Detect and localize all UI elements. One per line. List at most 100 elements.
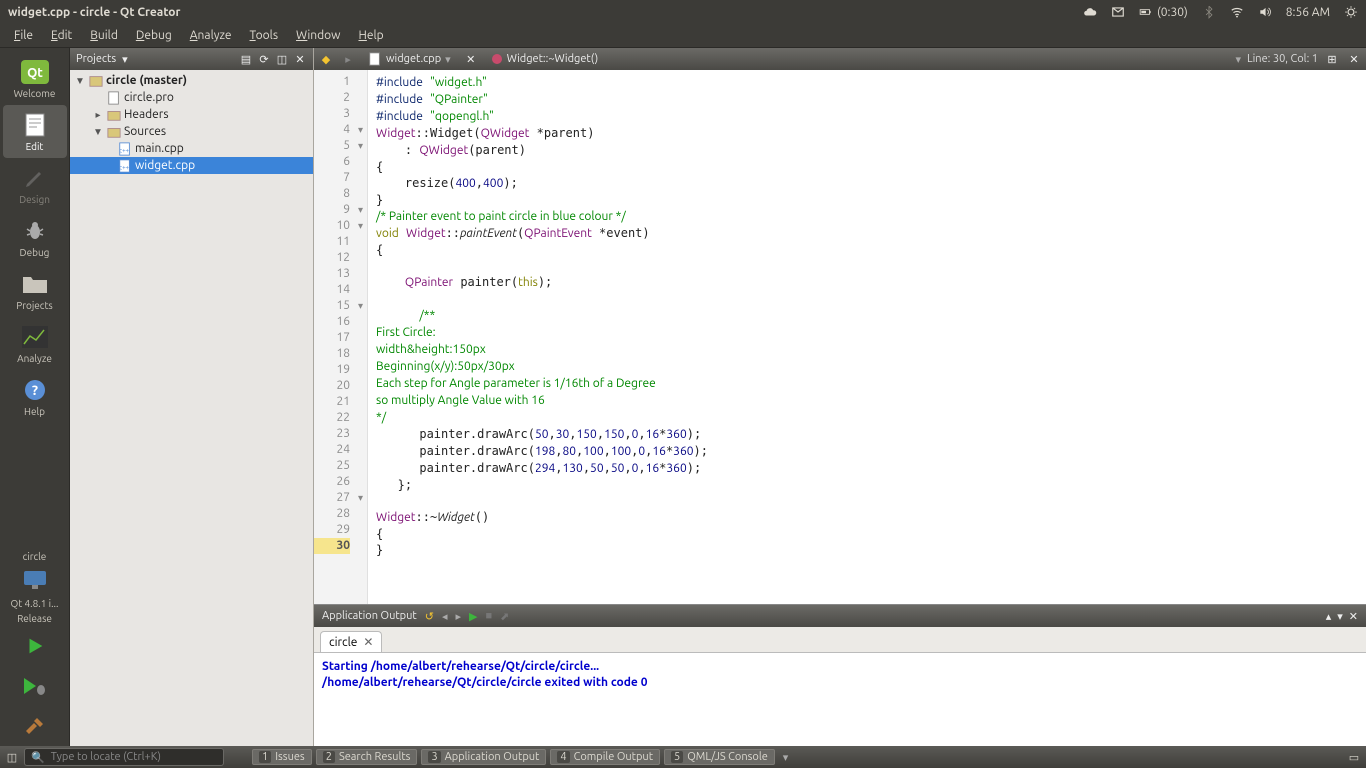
battery-text: (0:30) (1157, 6, 1188, 19)
kit-build: Release (0, 611, 69, 626)
output-panel: Application Output ↺ ◂ ▸ ▶ ■ ⬈ ▴ ▾ ✕ cir… (314, 604, 1366, 746)
run-button[interactable] (3, 626, 67, 666)
split-icon[interactable]: ◫ (275, 52, 289, 66)
menu-help[interactable]: Help (351, 27, 392, 44)
projects-panel: Projects ▾ ▤ ⟳ ◫ ✕ ▼circle (master) circ… (70, 48, 314, 746)
tree-root[interactable]: ▼circle (master) (70, 72, 313, 89)
bluetooth-icon[interactable] (1202, 5, 1216, 19)
mode-welcome[interactable]: Qt Welcome (3, 52, 67, 105)
fold-gutter[interactable]: ▾▾ ▾▾ ▾ ▾ (354, 70, 368, 604)
mode-selector: Qt Welcome Edit Design Debug Projects An… (0, 48, 70, 746)
panes-icon[interactable]: ◫ (4, 749, 20, 765)
tab-qml-console[interactable]: 5QML/JS Console (664, 749, 775, 765)
output-max-icon[interactable]: ▴ (1326, 610, 1332, 623)
menu-tools[interactable]: Tools (242, 27, 287, 44)
nav-back-icon[interactable]: ◆ (318, 51, 334, 67)
code-text[interactable]: #include "widget.h" #include "QPainter" … (368, 70, 1366, 604)
status-bar: ◫ 🔍 Type to locate (Ctrl+K) 1Issues 2Sea… (0, 746, 1366, 768)
output-min-icon[interactable]: ▾ (1337, 610, 1343, 623)
power-icon[interactable] (1344, 5, 1358, 19)
tab-application-output[interactable]: 3Application Output (421, 749, 546, 765)
tab-issues[interactable]: 1Issues (252, 749, 312, 765)
output-prev-icon[interactable]: ◂ (442, 610, 448, 623)
debug-run-button[interactable] (3, 666, 67, 706)
close-tab-icon[interactable]: ✕ (363, 635, 373, 649)
split-editor-icon[interactable]: ⊞ (1324, 51, 1340, 67)
output-close-icon[interactable]: ✕ (1349, 610, 1358, 623)
svg-text:c++: c++ (119, 147, 129, 154)
symbol-tab[interactable]: Widget::~Widget() (485, 53, 605, 65)
kit-version: Qt 4.8.1 i... (0, 596, 69, 611)
tabs-dropdown-icon[interactable]: ▾ (783, 751, 789, 764)
locator-placeholder: Type to locate (Ctrl+K) (51, 751, 161, 763)
build-button[interactable] (3, 706, 67, 746)
menu-analyze[interactable]: Analyze (182, 27, 240, 44)
mode-edit[interactable]: Edit (3, 105, 67, 158)
pencil-icon (19, 164, 51, 192)
os-titlebar: widget.cpp - circle - Qt Creator (0:30) … (0, 0, 1366, 24)
tab-compile-output[interactable]: 4Compile Output (550, 749, 660, 765)
menu-debug[interactable]: Debug (128, 27, 180, 44)
menu-build[interactable]: Build (82, 27, 126, 44)
projects-header-label: Projects (76, 53, 116, 65)
mode-analyze[interactable]: Analyze (3, 317, 67, 370)
editor-area: ◆ ▸ widget.cpp▾ ✕ Widget::~Widget() ▾ Li… (314, 48, 1366, 746)
file-tab[interactable]: widget.cpp▾ (362, 52, 457, 66)
lock-icon[interactable]: ✕ (463, 51, 479, 67)
svg-text:?: ? (31, 382, 37, 398)
tab-search-results[interactable]: 2Search Results (316, 749, 418, 765)
dropdown-icon[interactable]: ▾ (122, 53, 128, 66)
folder-icon (19, 270, 51, 298)
progress-icon[interactable]: ▭ (1346, 749, 1362, 765)
output-tab-circle[interactable]: circle✕ (320, 631, 382, 652)
close-editor-icon[interactable]: ✕ (1346, 51, 1362, 67)
menu-file[interactable]: File (6, 27, 41, 44)
close-panel-icon[interactable]: ✕ (293, 52, 307, 66)
filter-icon[interactable]: ▤ (239, 52, 253, 66)
tree-pro-file[interactable]: circle.pro (70, 89, 313, 106)
mode-help[interactable]: ? Help (3, 370, 67, 423)
output-run-icon[interactable]: ▶ (469, 610, 477, 623)
output-rerun-icon[interactable]: ↺ (425, 610, 434, 623)
bug-icon (19, 217, 51, 245)
kit-selector[interactable] (3, 564, 67, 596)
editor-toolbar: ◆ ▸ widget.cpp▾ ✕ Widget::~Widget() ▾ Li… (314, 48, 1366, 70)
tree-widget-cpp[interactable]: c++widget.cpp (70, 157, 313, 174)
output-text[interactable]: Starting /home/albert/rehearse/Qt/circle… (314, 653, 1366, 746)
output-attach-icon[interactable]: ⬈ (500, 610, 509, 623)
clock-text[interactable]: 8:56 AM (1286, 6, 1330, 19)
mode-design[interactable]: Design (3, 158, 67, 211)
mode-projects[interactable]: Projects (3, 264, 67, 317)
line-gutter: 1234567891011121314151617181920212223242… (314, 70, 354, 604)
mode-debug[interactable]: Debug (3, 211, 67, 264)
cloud-icon[interactable] (1083, 5, 1097, 19)
output-title: Application Output (322, 610, 417, 622)
volume-icon[interactable] (1258, 5, 1272, 19)
svg-text:c++: c++ (119, 164, 129, 171)
wifi-icon[interactable] (1230, 5, 1244, 19)
window-title: widget.cpp - circle - Qt Creator (8, 6, 180, 19)
output-next-icon[interactable]: ▸ (455, 610, 461, 623)
kit-project: circle (0, 549, 69, 564)
svg-text:Qt: Qt (27, 66, 43, 80)
project-tree[interactable]: ▼circle (master) circle.pro ▸Headers ▼So… (70, 70, 313, 746)
sync-icon[interactable]: ⟳ (257, 52, 271, 66)
tree-headers[interactable]: ▸Headers (70, 106, 313, 123)
search-icon: 🔍 (31, 751, 45, 764)
locator-input[interactable]: 🔍 Type to locate (Ctrl+K) (24, 748, 224, 766)
output-stop-icon[interactable]: ■ (485, 610, 492, 622)
mail-icon[interactable] (1111, 5, 1125, 19)
document-icon (19, 111, 51, 139)
tree-main-cpp[interactable]: c++main.cpp (70, 140, 313, 157)
menu-edit[interactable]: Edit (43, 27, 80, 44)
output-tabs: circle✕ (314, 627, 1366, 653)
nav-forward-icon[interactable]: ▸ (340, 51, 356, 67)
code-editor[interactable]: 1234567891011121314151617181920212223242… (314, 70, 1366, 604)
menu-window[interactable]: Window (288, 27, 348, 44)
battery-icon[interactable]: (0:30) (1139, 5, 1188, 19)
tree-sources[interactable]: ▼Sources (70, 123, 313, 140)
output-line-2: /home/albert/rehearse/Qt/circle/circle e… (322, 675, 1358, 691)
menu-bar: File Edit Build Debug Analyze Tools Wind… (0, 24, 1366, 48)
qt-icon: Qt (19, 58, 51, 86)
output-header: Application Output ↺ ◂ ▸ ▶ ■ ⬈ ▴ ▾ ✕ (314, 605, 1366, 627)
